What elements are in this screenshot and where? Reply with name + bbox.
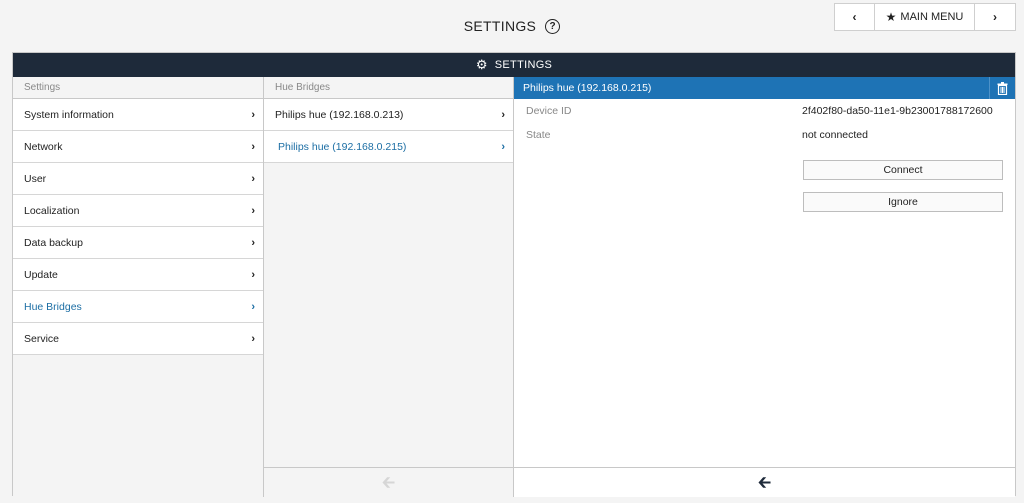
page-title-text: SETTINGS (463, 18, 537, 34)
ignore-button[interactable]: Ignore (803, 192, 1003, 212)
detail-header: Philips hue (192.168.0.215) (514, 77, 1015, 99)
detail-title: Philips hue (192.168.0.215) (523, 82, 652, 94)
settings-item-label: Service (24, 332, 60, 345)
settings-item[interactable]: System information › (13, 99, 263, 131)
bridges-column: Hue Bridges Philips hue (192.168.0.213) ›… (264, 77, 514, 497)
chevron-right-icon: › (251, 108, 255, 121)
chevron-right-icon: › (251, 300, 255, 313)
settings-item-label: Update (24, 268, 58, 281)
settings-bar-title: SETTINGS (494, 59, 553, 71)
chevron-right-icon: › (251, 172, 255, 185)
help-icon[interactable]: ? (545, 18, 561, 34)
device-id-row: Device ID 2f402f80-da50-11e1-9b230017881… (514, 99, 1015, 123)
detail-column: Philips hue (192.168.0.215) Device ID 2f… (514, 77, 1015, 497)
settings-item[interactable]: User › (13, 163, 263, 195)
chevron-right-icon: › (251, 140, 255, 153)
device-id-label: Device ID (526, 105, 572, 117)
chevron-right-icon: › (993, 10, 997, 24)
settings-item[interactable]: Update › (13, 259, 263, 291)
settings-item-label: Network (24, 140, 63, 153)
main-menu-label: MAIN MENU (900, 11, 964, 23)
chevron-right-icon: › (501, 108, 505, 121)
chevron-right-icon: › (251, 332, 255, 345)
settings-list: System information › Network › User › Localiza… (13, 99, 263, 355)
bridges-column-header: Hue Bridges (264, 77, 513, 99)
settings-bar: ⚙ SETTINGS (13, 53, 1015, 77)
device-id-value: 2f402f80-da50-11e1-9b23001788172600 (802, 105, 993, 117)
chevron-right-icon: › (501, 140, 505, 153)
settings-item[interactable]: Data backup › (13, 227, 263, 259)
settings-item-label: Hue Bridges (24, 300, 82, 313)
settings-item-label: Data backup (24, 236, 83, 249)
bridges-footer: 🡰 (264, 467, 513, 497)
bridge-item-label: Philips hue (192.168.0.215) (278, 140, 407, 153)
state-value: not connected (802, 129, 868, 141)
bridges-list: Philips hue (192.168.0.213) › Philips hue … (264, 99, 513, 163)
prev-button[interactable]: ‹ (835, 4, 875, 30)
bridge-item[interactable]: Philips hue (192.168.0.215) › (264, 131, 513, 163)
bridge-item[interactable]: Philips hue (192.168.0.213) › (264, 99, 513, 131)
main-menu-button[interactable]: ★ MAIN MENU (875, 4, 975, 30)
settings-item[interactable]: Localization › (13, 195, 263, 227)
chevron-left-icon: ‹ (852, 10, 857, 24)
settings-item-label: System information (24, 108, 114, 121)
next-button[interactable]: › (975, 4, 1015, 30)
settings-item-label: User (24, 172, 47, 185)
chevron-right-icon: › (251, 204, 255, 217)
settings-column: Settings System information › Network › User… (13, 77, 264, 497)
settings-item[interactable]: Network › (13, 131, 263, 163)
state-label: State (526, 129, 551, 141)
back-arrow-icon: 🡰 (381, 473, 396, 492)
nav-controls: ‹ ★ MAIN MENU › (834, 3, 1016, 31)
trash-icon-svg (997, 81, 1008, 95)
star-icon: ★ (885, 10, 897, 24)
settings-item[interactable]: Hue Bridges › (13, 291, 263, 323)
chevron-right-icon: › (251, 236, 255, 249)
settings-item[interactable]: Service › (13, 323, 263, 355)
back-button[interactable]: 🡰 (758, 474, 772, 491)
chevron-right-icon: › (251, 268, 255, 281)
settings-panel: ⚙ SETTINGS Settings System information › N… (12, 52, 1016, 497)
settings-item-label: Localization (24, 204, 80, 217)
gear-icon: ⚙ (475, 57, 488, 72)
settings-column-header: Settings (13, 77, 263, 99)
detail-footer: 🡰 (514, 467, 1015, 497)
connect-button[interactable]: Connect (803, 160, 1003, 180)
bridge-item-label: Philips hue (192.168.0.213) (275, 108, 404, 121)
trash-icon[interactable] (989, 77, 1015, 99)
state-row: State not connected (514, 123, 1015, 147)
